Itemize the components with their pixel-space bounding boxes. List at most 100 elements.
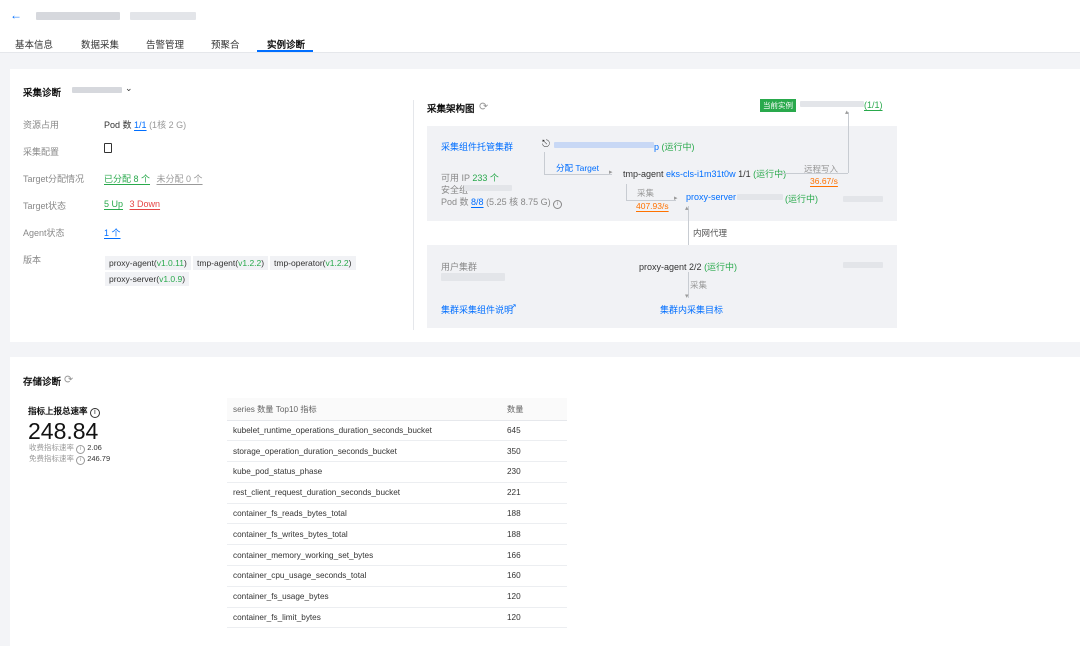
agent-value-link[interactable]: 1 个 xyxy=(104,226,121,239)
tab-instance-diagnosis[interactable]: 实例诊断 xyxy=(267,37,305,51)
storage-diagnosis-title: 存储诊断 xyxy=(23,377,62,388)
cluster-doc-link[interactable]: 集群采集组件说明 xyxy=(441,303,513,316)
pod-count-link[interactable]: 8/8 xyxy=(471,197,484,207)
proxy-server-link[interactable]: proxy-server xyxy=(686,192,736,202)
metric-name: rest_client_request_duration_seconds_buc… xyxy=(227,482,501,504)
resource-count-link[interactable]: 1/1 xyxy=(134,120,147,130)
arrow-right-icon: ▸ xyxy=(609,169,613,176)
metric-count: 645 xyxy=(501,420,567,442)
table-header-metric: series 数量 Top10 指标 xyxy=(227,398,501,421)
hosted-cluster-id-redacted xyxy=(554,142,654,148)
cluster-tree-icon: ⎋ xyxy=(542,139,550,150)
tmp-agent-id-link[interactable]: eks-cls-i1m31t0w xyxy=(666,169,736,179)
connector-line xyxy=(626,184,627,200)
instance-id-redacted xyxy=(130,12,196,20)
document-icon[interactable] xyxy=(104,143,112,153)
status-value: 5 Up 3 Down xyxy=(104,199,160,209)
table-row: container_cpu_usage_seconds_total 160 xyxy=(227,565,567,587)
metric-name: container_fs_limit_bytes xyxy=(227,607,501,629)
hosted-cluster-running: p (运行中) xyxy=(654,142,695,152)
user-cluster-id-redacted xyxy=(441,273,505,281)
remote-rate-link[interactable]: 36.67/s xyxy=(810,176,838,186)
status-up-link[interactable]: 5 Up xyxy=(104,199,123,209)
connector-line xyxy=(544,152,545,174)
table-row: kube_pod_status_phase 230 xyxy=(227,461,567,483)
pod-count: Pod 数 8/8 (5.25 核 8.75 G) i xyxy=(441,195,563,209)
metric-name: container_memory_working_set_bytes xyxy=(227,544,501,567)
metric-name: kubelet_runtime_operations_duration_seco… xyxy=(227,420,501,442)
security-group-redacted xyxy=(464,185,512,191)
version-tmp-agent: tmp-agent(v1.2.2) xyxy=(193,256,269,270)
collect-diagnosis-title: 采集诊断 xyxy=(23,88,62,99)
tab-basic-info[interactable]: 基本信息 xyxy=(15,37,53,51)
tab-alert-management[interactable]: 告警管理 xyxy=(146,37,184,51)
table-row: container_fs_usage_bytes 120 xyxy=(227,586,567,608)
table-row: container_fs_writes_bytes_total 188 xyxy=(227,523,567,546)
info-icon[interactable]: i xyxy=(553,200,563,209)
tmp-agent-node: tmp-agent eks-cls-i1m31t0w 1/1 (运行中) xyxy=(623,169,787,179)
info-icon[interactable]: i xyxy=(76,456,86,465)
info-icon[interactable]: i xyxy=(89,408,100,418)
table-header-count: 数量 xyxy=(501,398,567,421)
refresh-icon[interactable]: ⟳ xyxy=(64,373,73,386)
vertical-divider xyxy=(413,100,414,330)
metric-name: container_fs_usage_bytes xyxy=(227,586,501,608)
user-cluster-title: 用户集群 xyxy=(441,262,478,272)
hosted-cluster-title: 采集组件托管集群 xyxy=(441,142,514,152)
table-row: kubelet_runtime_operations_duration_seco… xyxy=(227,420,567,442)
collect-label-1: 采集 xyxy=(637,188,655,198)
cluster-select-redacted[interactable] xyxy=(72,87,122,93)
arrow-left-icon[interactable]: ← xyxy=(10,8,22,22)
free-rate: 免费指标速率 i 246.79 xyxy=(29,454,111,465)
external-link-icon[interactable]: ↗ xyxy=(510,302,517,311)
table-row: container_memory_working_set_bytes 166 xyxy=(227,544,567,567)
top10-series-table: series 数量 Top10 指标 数量 kubelet_runtime_op… xyxy=(227,398,567,629)
connector-line xyxy=(848,112,849,173)
arrow-down-icon: ▾ xyxy=(685,293,689,300)
metric-count: 188 xyxy=(501,503,567,525)
proxy-server-ip-redacted xyxy=(843,196,883,202)
current-instance-count: (1/1) xyxy=(864,100,883,110)
collect-rate-link[interactable]: 407.93/s xyxy=(636,201,669,211)
arch-title: 采集架构图 xyxy=(427,104,475,115)
metric-count: 221 xyxy=(501,482,567,504)
tab-pre-aggregation[interactable]: 预聚合 xyxy=(211,37,240,51)
chevron-down-icon[interactable]: ⌄ xyxy=(125,83,133,94)
metric-count: 350 xyxy=(501,440,567,463)
collect-label-2: 采集 xyxy=(690,280,708,290)
top-bar: ← 基本信息 数据采集 告警管理 预聚合 实例诊断 xyxy=(0,0,1080,53)
target-assigned-link[interactable]: 已分配 8 个 xyxy=(104,174,150,184)
metric-rate-title: 指标上报总速率 i xyxy=(28,405,100,418)
proxy-agent-ip-redacted xyxy=(843,262,883,268)
metric-name: container_fs_writes_bytes_total xyxy=(227,523,501,546)
proxy-server-id-redacted xyxy=(737,194,783,200)
version-proxy-server: proxy-server(v1.0.9) xyxy=(105,272,190,286)
target-unassigned-link[interactable]: 未分配 0 个 xyxy=(157,174,203,184)
metric-count: 188 xyxy=(501,523,567,546)
config-label: 采集配置 xyxy=(23,147,60,157)
agent-label: Agent状态 xyxy=(23,228,65,238)
table-row: rest_client_request_duration_seconds_buc… xyxy=(227,482,567,504)
metric-count: 230 xyxy=(501,461,567,483)
connector-line xyxy=(544,174,612,175)
metric-name: storage_operation_duration_seconds_bucke… xyxy=(227,440,501,463)
tab-data-collection[interactable]: 数据采集 xyxy=(81,37,119,51)
metric-name: kube_pod_status_phase xyxy=(227,461,501,483)
status-label: Target状态 xyxy=(23,201,67,211)
version-proxy-agent: proxy-agent(v1.0.11) xyxy=(105,256,191,270)
cluster-target-link[interactable]: 集群内采集目标 xyxy=(660,303,723,316)
refresh-icon[interactable]: ⟳ xyxy=(479,100,488,113)
table-row: container_fs_reads_bytes_total 188 xyxy=(227,503,567,525)
metric-count: 160 xyxy=(501,565,567,587)
resource-value: Pod 数 1/1 (1核 2 G) xyxy=(104,120,187,130)
status-down-link[interactable]: 3 Down xyxy=(130,199,161,209)
metric-count: 120 xyxy=(501,586,567,608)
table-row: container_fs_limit_bytes 120 xyxy=(227,607,567,629)
version-label: 版本 xyxy=(23,255,42,265)
table-row: storage_operation_duration_seconds_bucke… xyxy=(227,440,567,463)
metric-count: 166 xyxy=(501,544,567,567)
metric-name: container_cpu_usage_seconds_total xyxy=(227,565,501,587)
current-count-link[interactable]: (1/1) xyxy=(864,100,883,110)
metric-count: 120 xyxy=(501,607,567,629)
intranet-proxy-label: 内网代理 xyxy=(691,227,730,239)
